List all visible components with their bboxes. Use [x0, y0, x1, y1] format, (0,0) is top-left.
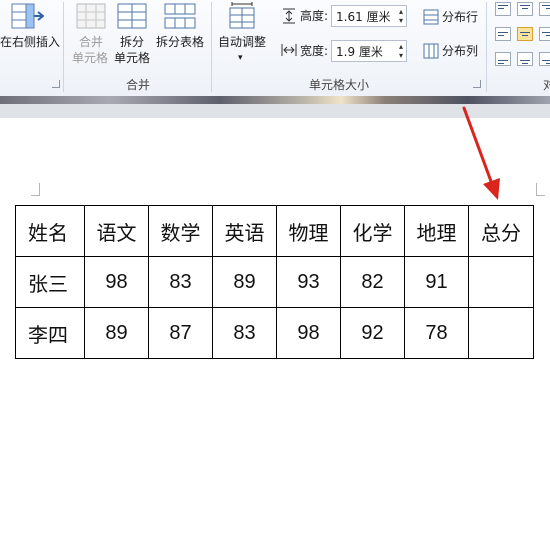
annotation-arrow-icon — [462, 106, 500, 200]
